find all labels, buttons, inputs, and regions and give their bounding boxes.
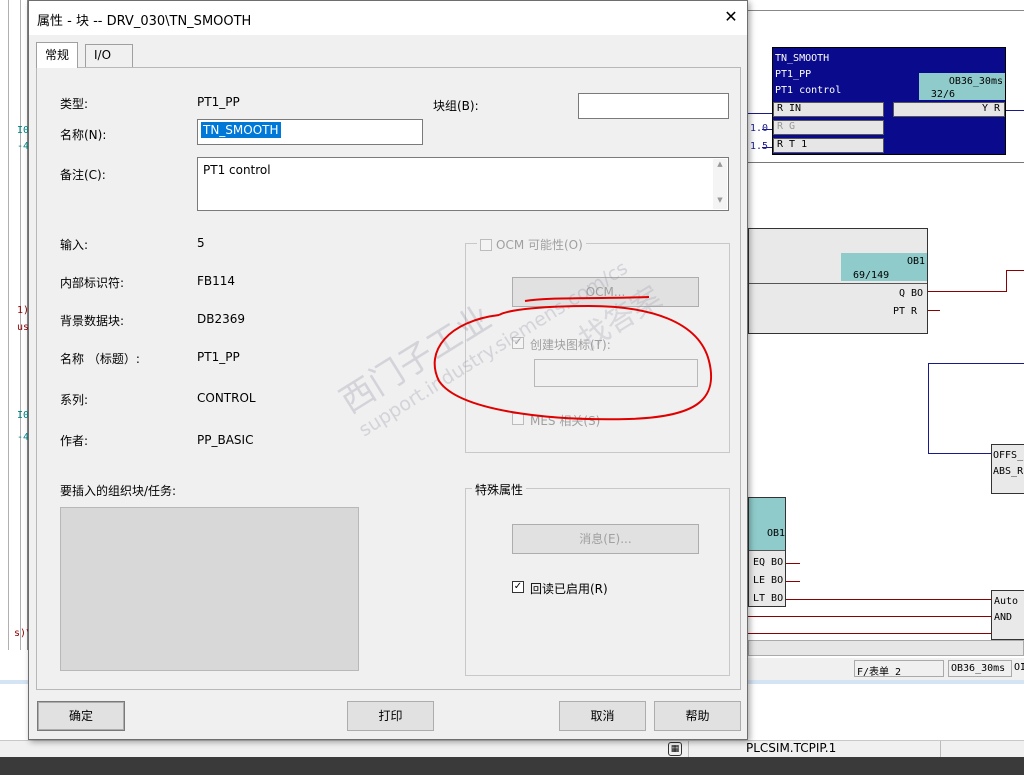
and-block[interactable]: Auto AND: [991, 590, 1024, 640]
print-button[interactable]: 打印: [347, 701, 434, 731]
seq-number: 32/6: [930, 89, 955, 100]
abs-label: ABS_R: [993, 466, 1024, 477]
sheet-label: F/表单 2: [854, 660, 944, 678]
wire: [928, 291, 1006, 292]
wire: [928, 453, 992, 454]
wire: [762, 147, 772, 148]
wire: [928, 363, 929, 453]
fb-block-ob1[interactable]: OB1 69/149 Q BO PT R: [748, 228, 928, 334]
block-properties-dialog: 属性 - 块 -- DRV_030\TN_SMOOTH ✕ 常规 I/O 类型:…: [28, 0, 748, 740]
sheet-border: [748, 10, 1024, 11]
and-label: AND: [994, 612, 1013, 623]
task-name: OB36_30ms: [948, 76, 1003, 87]
block-name: TN_SMOOTH: [775, 53, 830, 64]
seq-number: 69/149: [853, 270, 890, 281]
grid-line: [748, 162, 1024, 163]
wire: [1006, 110, 1024, 111]
network-icon: ▦: [668, 742, 682, 756]
wire: [748, 113, 772, 114]
pin-t1[interactable]: R T 1: [773, 138, 884, 153]
block-comment: PT1 control: [775, 85, 842, 96]
pin-eq[interactable]: EQ BO: [753, 557, 783, 568]
ob-label: OB1: [907, 256, 926, 267]
sheet-info-bar: F/表单 2 OB36_30ms OI: [748, 658, 1024, 680]
pin-in[interactable]: R IN: [773, 102, 884, 117]
ok-button[interactable]: 确定: [37, 701, 125, 731]
offs-label: OFFS_: [993, 450, 1024, 461]
status-cell: [940, 741, 1024, 758]
wire: [748, 616, 992, 617]
sheet-tail: OI: [1014, 662, 1024, 673]
wire: [928, 363, 1024, 364]
taskbar: [0, 757, 1024, 775]
status-connection: PLCSIM.TCPIP.1: [746, 741, 837, 755]
tn-smooth-block[interactable]: TN_SMOOTH PT1_PP PT1 control OB36_30ms 3…: [772, 47, 1006, 155]
task-box: [749, 498, 785, 550]
wire: [1006, 270, 1024, 271]
divider: [749, 550, 785, 551]
pin-pt[interactable]: PT R: [893, 306, 917, 317]
wire: [928, 310, 940, 311]
wire: [786, 599, 992, 600]
status-cell: [688, 741, 742, 758]
wire: [762, 129, 772, 130]
sheet-task: OB36_30ms: [948, 660, 1012, 677]
wire: [748, 633, 1024, 634]
pin-g[interactable]: R G: [773, 120, 884, 135]
tab-general[interactable]: 常规: [36, 42, 79, 68]
horizontal-scrollbar[interactable]: [748, 640, 1024, 656]
cancel-button[interactable]: 取消: [559, 701, 646, 731]
wire: [1006, 270, 1007, 292]
pin-lt[interactable]: LT BO: [753, 593, 783, 604]
help-button[interactable]: 帮助: [654, 701, 741, 731]
wire: [786, 563, 800, 564]
red-annotation: [433, 296, 713, 421]
fb-block-ob1-2[interactable]: OB1 EQ BO LE BO LT BO: [748, 497, 786, 607]
status-bar: ▦ PLCSIM.TCPIP.1: [0, 740, 1024, 758]
auto-label: Auto: [994, 596, 1019, 607]
pin-le[interactable]: LE BO: [753, 575, 783, 586]
pin-q[interactable]: Q BO: [899, 288, 923, 299]
wire: [786, 581, 800, 582]
divider: [749, 283, 927, 284]
task-box: OB36_30ms 32/6: [919, 73, 1005, 100]
ob-label: OB1: [767, 528, 786, 539]
pin-out[interactable]: Y R: [893, 102, 1005, 117]
block-type: PT1_PP: [775, 69, 812, 80]
offs-block[interactable]: OFFS_ ABS_R: [991, 444, 1024, 494]
